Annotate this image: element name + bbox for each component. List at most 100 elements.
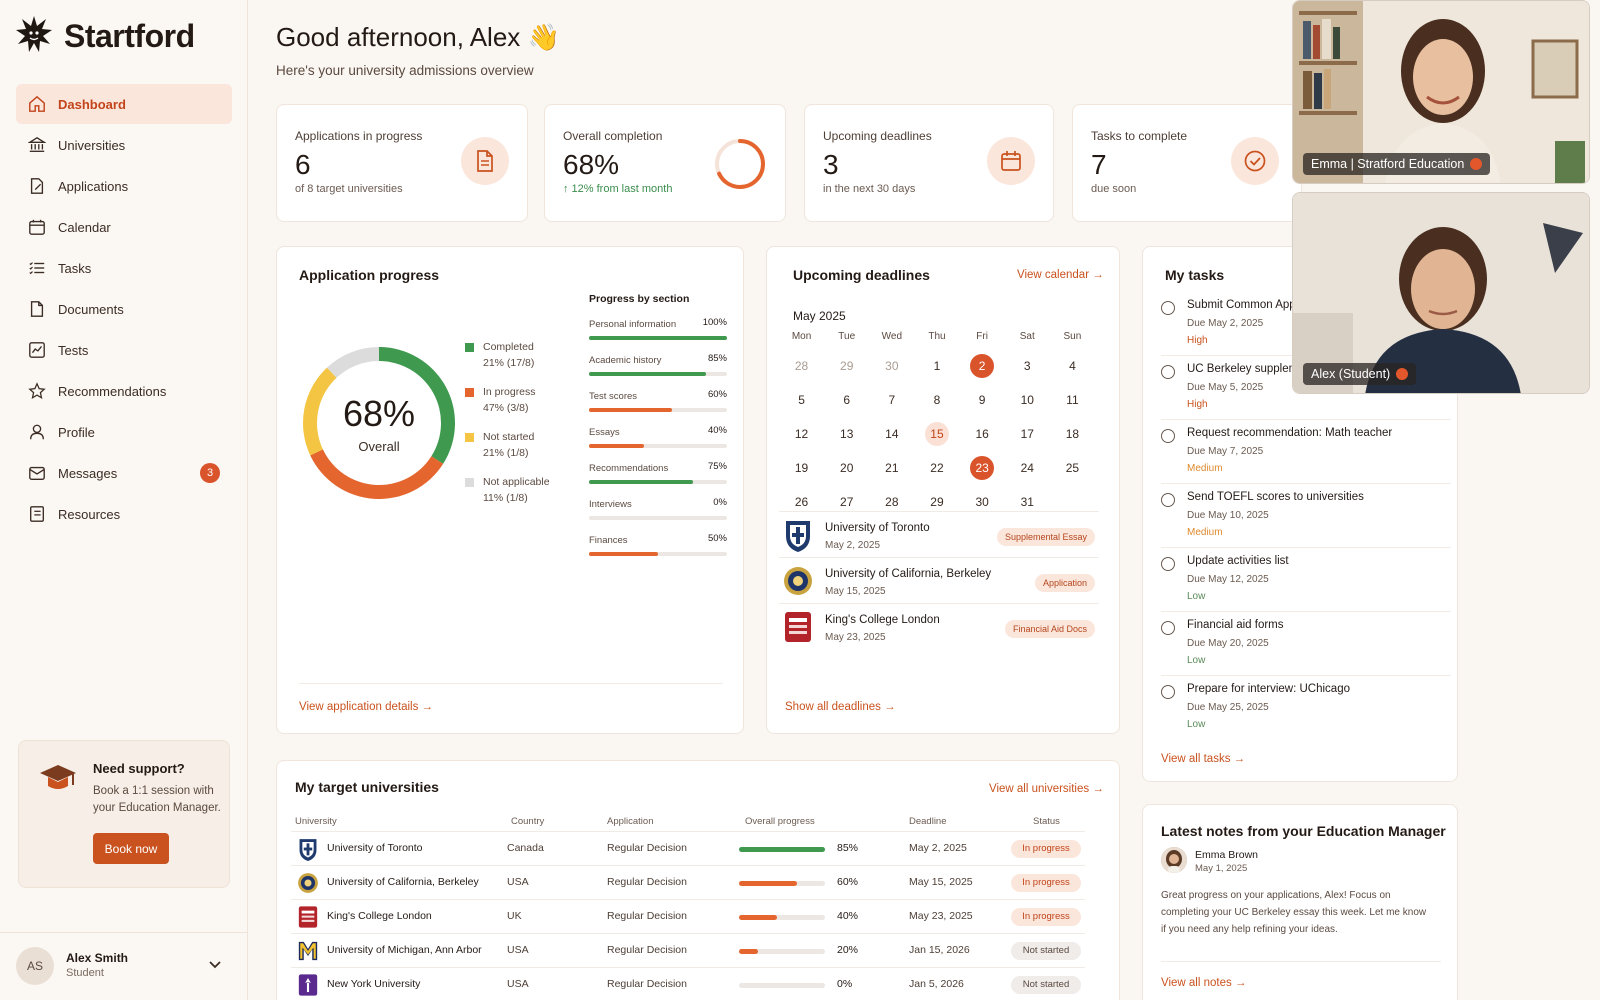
deadline-item[interactable]: King's College London May 23, 2025 Financi… [779,603,1099,649]
sidebar-item-resources[interactable]: Resources [16,494,232,534]
calendar-day[interactable]: 7 [869,383,914,417]
section-label: Finances [589,535,628,546]
stat-tasks[interactable]: Tasks to complete 7 due soon [1072,104,1302,222]
stat-applications[interactable]: Applications in progress 6 of 8 target u… [276,104,528,222]
calendar-day[interactable]: 23 [960,451,1005,485]
calendar-day[interactable]: 28 [779,349,824,383]
view-calendar-link[interactable]: View calendar → [1017,269,1104,281]
section-progress-row: Test scores 60% [589,389,727,412]
section-percent: 60% [707,389,727,400]
edit-document-icon [28,177,46,195]
sidebar-item-tasks[interactable]: Tasks [16,248,232,288]
stat-label: Upcoming deadlines [823,129,932,143]
task-due: Due May 25, 2025 [1187,702,1269,713]
stat-deadlines[interactable]: Upcoming deadlines 3 in the next 30 days [804,104,1054,222]
section-percent: 50% [707,533,727,544]
calendar-day[interactable]: 4 [1050,349,1095,383]
task-checkbox[interactable] [1161,493,1175,507]
view-application-details-link[interactable]: View application details → [299,701,433,713]
calendar-day[interactable]: 29 [824,349,869,383]
table-row[interactable]: University of California, Berkeley USA Reg… [291,865,1085,899]
column-header: University [295,816,337,827]
task-name: Submit Common App [1187,299,1296,311]
calendar-day[interactable]: 11 [1050,383,1095,417]
show-all-deadlines-link[interactable]: Show all deadlines → [785,701,896,713]
sidebar-item-documents[interactable]: Documents [16,289,232,329]
calendar-day[interactable]: 2 [960,349,1005,383]
brand[interactable]: Startford [14,14,195,59]
legend-detail: 11% (1/8) [483,492,528,504]
sidebar-item-universities[interactable]: Universities [16,125,232,165]
sidebar-item-label: Tasks [58,260,92,276]
calendar-day[interactable]: 19 [779,451,824,485]
calendar-day[interactable]: 6 [824,383,869,417]
stat-completion[interactable]: Overall completion 68% ↑ 12% from last m… [544,104,786,222]
sidebar-item-label: Calendar [58,219,111,235]
kings-crest-icon [785,612,811,642]
calendar-day[interactable]: 1 [914,349,959,383]
sidebar-item-applications[interactable]: Applications [16,166,232,206]
calendar-day[interactable]: 9 [960,383,1005,417]
calendar-day[interactable]: 13 [824,417,869,451]
view-all-universities-link[interactable]: View all universities → [989,783,1104,795]
task-checkbox[interactable] [1161,429,1175,443]
task-checkbox[interactable] [1161,301,1175,315]
column-header: Application [607,816,654,827]
calendar-day[interactable]: 18 [1050,417,1095,451]
university-country: USA [507,876,529,888]
task-priority: High [1187,399,1208,410]
calendar-day[interactable]: 20 [824,451,869,485]
calendar-day[interactable]: 14 [869,417,914,451]
document-icon [461,137,509,185]
university-name: New York University [327,978,421,990]
table-row[interactable]: King's College London UK Regular Decision 4… [291,899,1085,933]
sidebar-item-tests[interactable]: Tests [16,330,232,370]
overall-progress-percent: 40% [837,910,859,922]
calendar-grid: Mon Tue Wed Thu Fri Sat Sun 28 29 30 1 2 3 4 5 6 7 8 9 10 11… [779,325,1095,519]
sidebar-item-dashboard[interactable]: Dashboard [16,84,232,124]
task-checkbox[interactable] [1161,557,1175,571]
task-checkbox[interactable] [1161,685,1175,699]
calendar-day[interactable]: 24 [1005,451,1050,485]
calendar-day[interactable]: 5 [779,383,824,417]
sidebar-item-label: Recommendations [58,383,167,399]
calendar-day[interactable]: 21 [869,451,914,485]
page-subtitle: Here's your university admissions overvi… [276,63,534,78]
weekday-header: Wed [881,331,903,342]
table-row[interactable]: University of Toronto Canada Regular Decis… [291,831,1085,865]
calendar-day[interactable]: 8 [914,383,959,417]
university-country: USA [507,944,529,956]
table-row[interactable]: New York University USA Regular Decision 0%… [291,967,1085,1000]
chevron-down-icon[interactable] [208,959,222,973]
sidebar-item-profile[interactable]: Profile [16,412,232,452]
view-all-notes-link[interactable]: View all notes → [1161,977,1246,989]
check-circle-icon [1231,137,1279,185]
view-all-tasks-link[interactable]: View all tasks → [1161,753,1245,765]
section-progress-fill [589,372,707,376]
overall-progress-fill [739,949,758,954]
video-tile-student[interactable]: Alex (Student) [1292,192,1590,394]
calendar-day[interactable]: 12 [779,417,824,451]
stat-value: 68% [563,149,620,180]
video-tile-education-manager[interactable]: Emma | Stratford Education [1292,0,1590,184]
task-checkbox[interactable] [1161,365,1175,379]
user-menu[interactable]: AS Alex Smith Student [0,932,248,1000]
sidebar-item-calendar[interactable]: Calendar [16,207,232,247]
calendar-day[interactable]: 30 [869,349,914,383]
startford-logo-icon [14,14,54,59]
book-now-button[interactable]: Book now [93,833,169,864]
deadline-item[interactable]: University of Toronto May 2, 2025 Suppleme… [779,511,1099,557]
calendar-day[interactable]: 15 [914,417,959,451]
sidebar-item-recommendations[interactable]: Recommendations [16,371,232,411]
calendar-day[interactable]: 22 [914,451,959,485]
column-header: Status [1033,816,1060,827]
sidebar-item-messages[interactable]: Messages 3 [16,453,232,493]
deadline-item[interactable]: University of California, Berkeley May 15… [779,557,1099,603]
calendar-day[interactable]: 25 [1050,451,1095,485]
task-checkbox[interactable] [1161,621,1175,635]
calendar-day[interactable]: 16 [960,417,1005,451]
calendar-day[interactable]: 10 [1005,383,1050,417]
calendar-day[interactable]: 17 [1005,417,1050,451]
table-row[interactable]: University of Michigan, Ann Arbor USA Regu… [291,933,1085,967]
calendar-day[interactable]: 3 [1005,349,1050,383]
